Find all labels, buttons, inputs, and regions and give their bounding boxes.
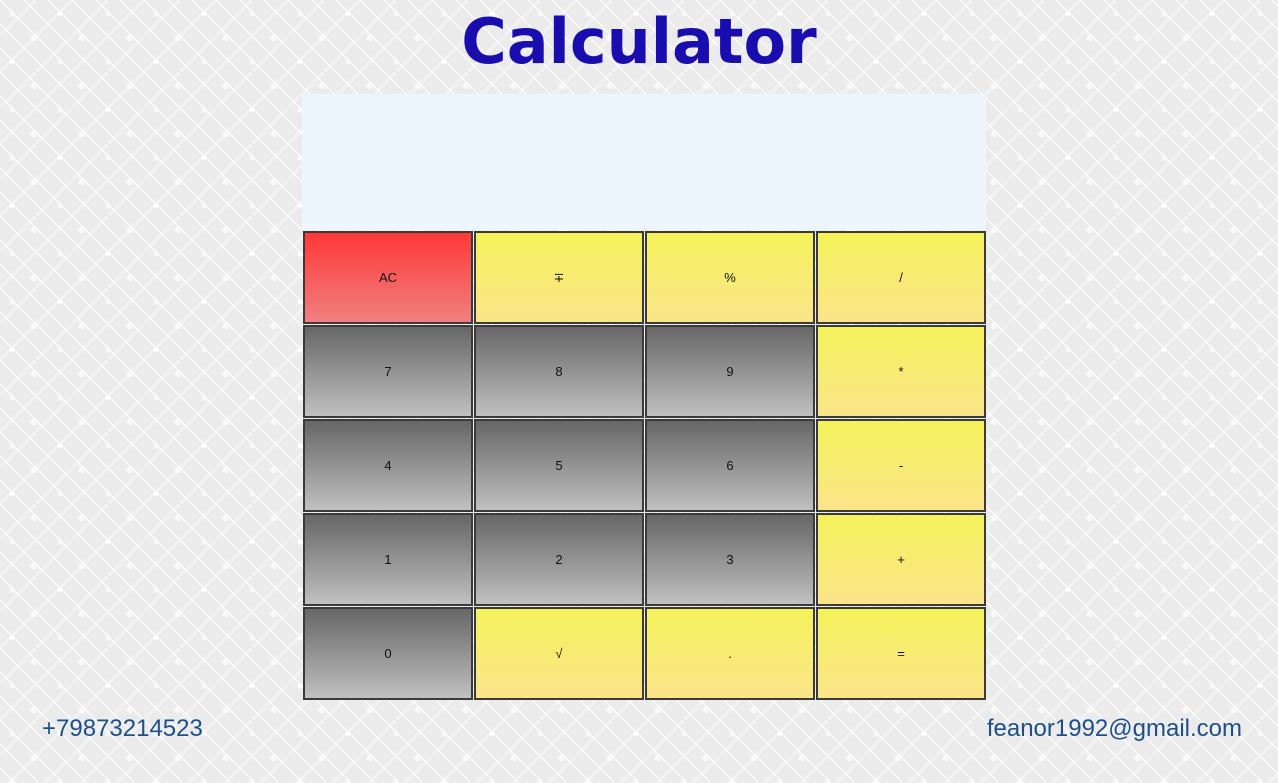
sqrt-button[interactable]: √: [474, 607, 644, 700]
subtract-button[interactable]: -: [816, 419, 986, 512]
multiply-button[interactable]: *: [816, 325, 986, 418]
digit-7-button[interactable]: 7: [303, 325, 473, 418]
digit-8-button[interactable]: 8: [474, 325, 644, 418]
calculator-display: [302, 94, 986, 230]
digit-2-button[interactable]: 2: [474, 513, 644, 606]
digit-4-button[interactable]: 4: [303, 419, 473, 512]
digit-6-button[interactable]: 6: [645, 419, 815, 512]
keypad: AC ∓%/ 7 8 9 * 4 5 6- 1 2 3 +0 √. =: [302, 231, 986, 700]
equals-button[interactable]: =: [816, 607, 986, 700]
calculator: AC ∓%/ 7 8 9 * 4 5 6- 1 2 3 +0 √. =: [302, 94, 986, 700]
digit-5-button[interactable]: 5: [474, 419, 644, 512]
phone-link[interactable]: +79873214523: [42, 714, 203, 744]
add-button[interactable]: +: [816, 513, 986, 606]
digit-1-button[interactable]: 1: [303, 513, 473, 606]
page-title: Calculator: [461, 5, 817, 78]
ac-button[interactable]: AC: [303, 231, 473, 324]
sign-toggle-button[interactable]: ∓: [474, 231, 644, 324]
digit-9-button[interactable]: 9: [645, 325, 815, 418]
decimal-button[interactable]: .: [645, 607, 815, 700]
digit-3-button[interactable]: 3: [645, 513, 815, 606]
divide-button[interactable]: /: [816, 231, 986, 324]
email-link[interactable]: feanor1992@gmail.com: [987, 714, 1242, 744]
percent-button[interactable]: %: [645, 231, 815, 324]
digit-0-button[interactable]: 0: [303, 607, 473, 700]
